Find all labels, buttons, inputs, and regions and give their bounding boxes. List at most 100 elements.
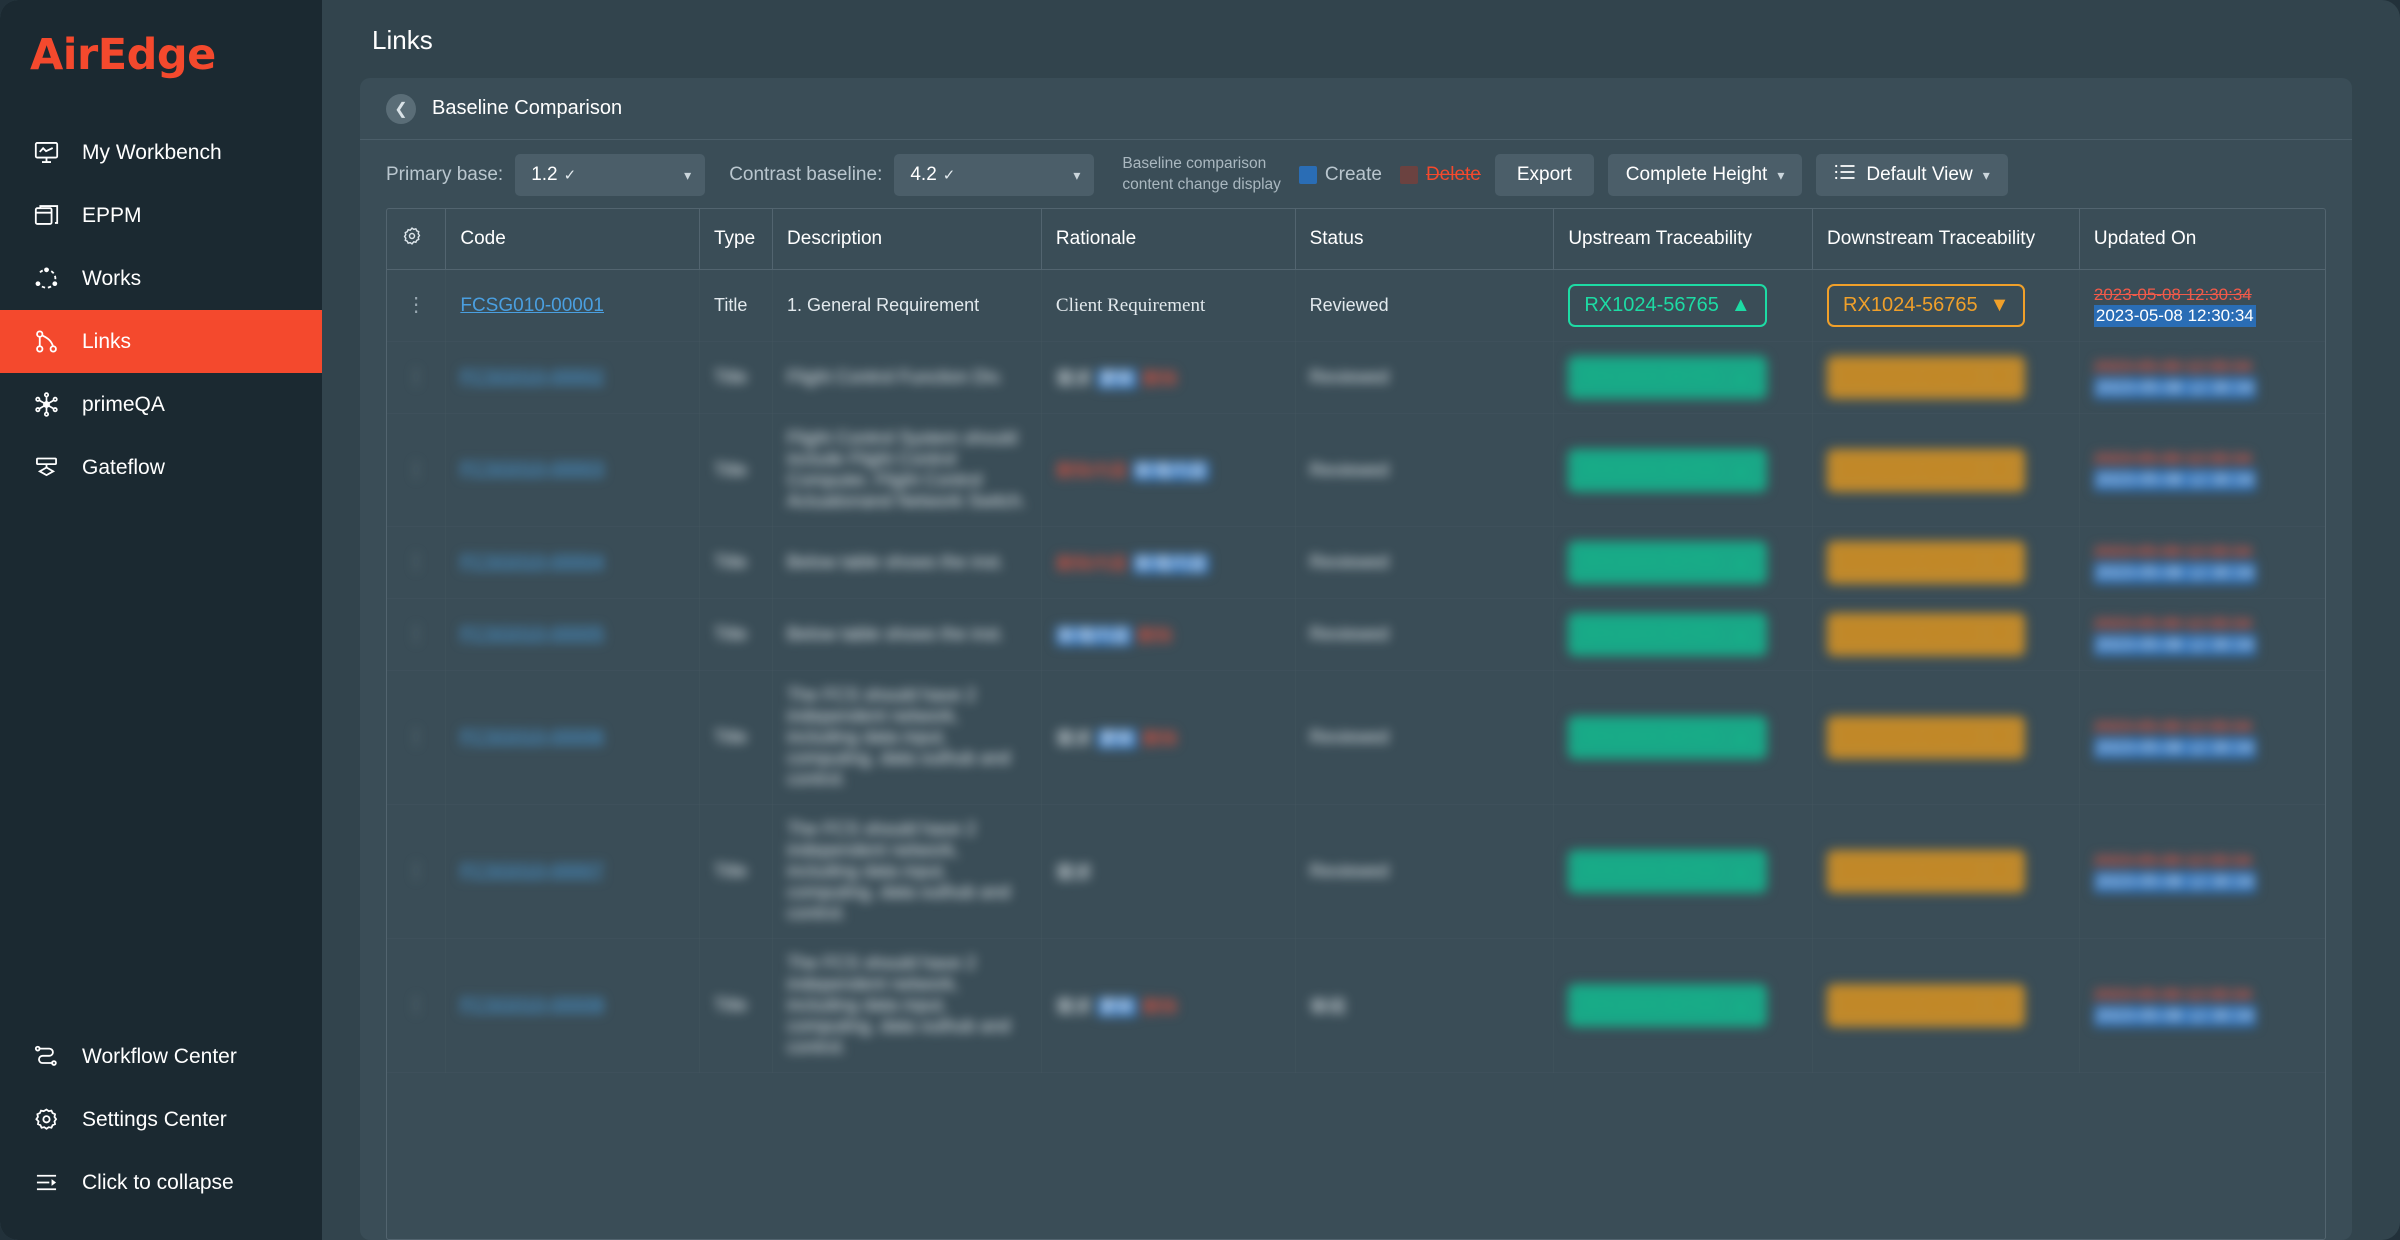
column-header-rationale[interactable]: Rationale [1041,209,1296,270]
code-link[interactable]: FCSG010-00004 [460,552,604,573]
cell-description: Flight Control System should include Fli… [772,413,1042,527]
cell-updated-on: 2023-05-08 12:30:34 2023-05-08 12:30:34 [2079,938,2325,1073]
list-icon [1834,163,1856,187]
cell-upstream-traceability: RX1024-56765 ▲ [1553,598,1814,671]
chevron-left-icon[interactable]: ❮ [386,93,416,124]
row-actions-cell[interactable]: ⋮ [387,598,447,671]
downstream-traceability-badge[interactable]: RX1024-56765 ▼ [1827,356,2026,399]
downstream-traceability-badge[interactable]: RX1024-56765 ▼ [1827,716,2026,759]
kebab-menu-icon[interactable]: ⋮ [406,726,426,748]
cell-code: FCSG010-00008 [445,938,700,1073]
column-header-status[interactable]: Status [1295,209,1555,270]
comparison-table-container[interactable]: Code Type Description Rationale Status U… [386,208,2326,1240]
sidebar-item-gateflow[interactable]: Gateflow [0,436,322,499]
table-row[interactable]: ⋮ FCSG010-00002 Title Flight Control Functi… [387,341,2325,414]
sidebar-item-label: Workflow Center [82,1044,237,1068]
code-link[interactable]: FCSG010-00007 [460,861,604,882]
kebab-menu-icon[interactable]: ⋮ [406,294,426,316]
upstream-traceability-badge[interactable]: RX1024-56765 ▲ [1568,448,1767,492]
table-row[interactable]: ⋮ FCSG010-00006 Title The FCS should have 2… [387,670,2325,805]
upstream-traceability-badge[interactable]: RX1024-56765 ▲ [1568,284,1767,327]
row-actions-cell[interactable]: ⋮ [387,413,447,527]
row-actions-cell[interactable]: ⋮ [387,526,447,599]
code-link[interactable]: FCSG010-00002 [460,367,604,388]
code-link[interactable]: FCSG010-00003 [460,459,604,480]
code-link[interactable]: FCSG010-00006 [460,727,604,748]
downstream-traceability-badge[interactable]: RX1024-56765 ▼ [1827,613,2026,656]
column-header-type[interactable]: Type [699,209,774,270]
downstream-traceability-badge[interactable]: RX1024-56765 ▼ [1827,448,2026,492]
downstream-traceability-badge[interactable]: RX1024-56765 ▼ [1827,541,2026,584]
sidebar-item-primeqa[interactable]: primeQA [0,373,322,436]
sidebar-item-workflow-center[interactable]: Workflow Center [0,1025,322,1088]
sidebar-item-links[interactable]: Links [0,310,322,373]
contrast-baseline-select[interactable]: 4.2 ✓ ▾ [894,154,1095,196]
table-row[interactable]: ⋮ FCSG010-00004 Title Below table shows the… [387,526,2325,599]
status-value: Reviewed [1309,459,1389,480]
row-actions-cell[interactable]: ⋮ [387,938,447,1073]
row-actions-cell[interactable]: ⋮ [387,670,447,805]
table-row[interactable]: ⋮ FCSG010-00001 Title 1. General Requiremen… [387,269,2325,342]
downstream-traceability-badge[interactable]: RX1024-56765 ▼ [1827,984,2026,1027]
row-actions-cell[interactable]: ⋮ [387,269,447,342]
sidebar-item-works[interactable]: Works [0,247,322,310]
upstream-traceability-badge[interactable]: RX1024-56765 ▲ [1568,850,1767,893]
table-row[interactable]: ⋮ FCSG010-00005 Title Below table shows the… [387,598,2325,671]
view-select[interactable]: Default View ▾ [1816,154,2008,196]
card-header: ❮ Baseline Comparison [360,78,2352,140]
cell-status: Reviewed [1295,670,1555,805]
column-settings-header[interactable] [387,209,447,270]
rationale-value: 需求 [1055,862,1092,883]
triangle-up-icon: ▲ [1730,366,1751,388]
table-row[interactable]: ⋮ FCSG010-00008 Title The FCS should have 2… [387,938,2325,1073]
code-link[interactable]: FCSG010-00001 [460,295,604,316]
column-header-downstream-traceability[interactable]: Downstream Traceability [1812,209,2080,270]
upstream-traceability-badge[interactable]: RX1024-56765 ▲ [1568,716,1767,759]
gear-icon[interactable] [401,227,423,252]
code-link[interactable]: FCSG010-00008 [460,995,604,1016]
column-header-updated-on[interactable]: Updated On [2079,209,2325,270]
export-button[interactable]: Export [1494,154,1594,196]
updated-on-created: 2023-05-08 12:30:34 [2093,1004,2256,1027]
sidebar-item-label: Click to collapse [82,1170,234,1194]
code-link[interactable]: FCSG010-00005 [460,624,604,645]
kebab-menu-icon[interactable]: ⋮ [406,551,426,573]
table-row[interactable]: ⋮ FCSG010-00007 Title The FCS should have 2… [387,804,2325,939]
row-height-select[interactable]: Complete Height ▾ [1607,154,1803,196]
sidebar-item-settings-center[interactable]: Settings Center [0,1088,322,1151]
table-header: Code Type Description Rationale Status U… [387,209,2325,270]
upstream-traceability-value: RX1024-56765 [1584,294,1719,316]
column-header-upstream-traceability[interactable]: Upstream Traceability [1553,209,1814,270]
kebab-menu-icon[interactable]: ⋮ [406,459,426,481]
kebab-menu-icon[interactable]: ⋮ [406,366,426,388]
downstream-traceability-value: RX1024-56765 [1843,726,1978,748]
kebab-menu-icon[interactable]: ⋮ [406,860,426,882]
upstream-traceability-badge[interactable]: RX1024-56765 ▲ [1568,984,1767,1027]
gate-diamond-icon [32,453,61,482]
app-logo[interactable]: AirEdge [0,0,322,121]
column-header-code[interactable]: Code [445,209,700,270]
cell-type: Title [699,526,774,599]
sidebar-item-my-workbench[interactable]: My Workbench [0,121,322,184]
upstream-traceability-badge[interactable]: RX1024-56765 ▲ [1568,541,1767,584]
downstream-traceability-badge[interactable]: RX1024-56765 ▼ [1827,850,2026,893]
table-row[interactable]: ⋮ FCSG010-00003 Title Flight Control System… [387,413,2325,527]
sidebar-item-collapse[interactable]: Click to collapse [0,1151,322,1214]
sidebar-item-eppm[interactable]: EPPM [0,184,322,247]
row-actions-cell[interactable]: ⋮ [387,804,447,939]
upstream-traceability-badge[interactable]: RX1024-56765 ▲ [1568,613,1767,656]
cell-code: FCSG010-00004 [445,526,700,599]
primary-base-select[interactable]: 1.2 ✓ ▾ [515,154,706,196]
downstream-traceability-badge[interactable]: RX1024-56765 ▼ [1827,284,2026,327]
column-header-description[interactable]: Description [772,209,1042,270]
kebab-menu-icon[interactable]: ⋮ [406,994,426,1016]
legend-create-label: Create [1324,164,1382,185]
row-actions-cell[interactable]: ⋮ [387,341,447,414]
chevron-down-icon: ▾ [1777,166,1785,183]
cell-type: Title [699,670,774,805]
upstream-traceability-badge[interactable]: RX1024-56765 ▲ [1568,356,1767,399]
cell-code: FCSG010-00001 [445,269,700,342]
kebab-menu-icon[interactable]: ⋮ [406,623,426,645]
primary-base-label: Primary base: [386,164,504,185]
triangle-up-icon: ▲ [1730,551,1751,573]
